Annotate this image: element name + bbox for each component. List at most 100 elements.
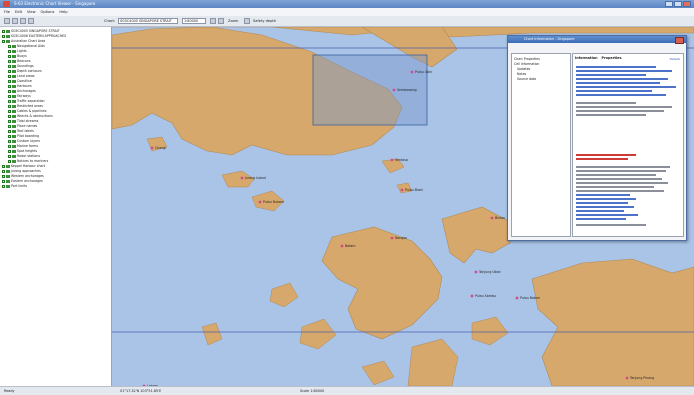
map-marker[interactable] xyxy=(390,236,394,240)
dialog-tree-item[interactable]: Notes xyxy=(517,72,526,76)
map-marker[interactable] xyxy=(340,244,344,248)
menu-edit[interactable]: Edit xyxy=(15,10,22,14)
layer-icon xyxy=(12,140,16,143)
layer-checkbox[interactable] xyxy=(8,155,11,158)
dialog-link[interactable] xyxy=(576,74,646,76)
layer-checkbox[interactable] xyxy=(8,145,11,148)
dialog-text-line xyxy=(576,190,664,192)
layer-checkbox[interactable] xyxy=(8,125,11,128)
dialog-link[interactable] xyxy=(576,86,676,88)
map-marker[interactable] xyxy=(400,188,404,192)
layer-checkbox[interactable] xyxy=(2,30,5,33)
map-marker[interactable] xyxy=(240,176,244,180)
layer-checkbox[interactable] xyxy=(8,105,11,108)
dialog-text-line xyxy=(576,224,646,226)
map-marker[interactable] xyxy=(474,270,478,274)
layer-checkbox[interactable] xyxy=(8,85,11,88)
dialog-link[interactable] xyxy=(576,206,634,208)
layer-checkbox[interactable] xyxy=(8,70,11,73)
scale-selector[interactable]: 1:80000 xyxy=(182,18,206,24)
zoom-in-icon[interactable] xyxy=(210,18,216,24)
layer-checkbox[interactable] xyxy=(2,185,5,188)
menu-bar: File Edit View Options Help xyxy=(0,8,694,16)
layer-checkbox[interactable] xyxy=(2,170,5,173)
print-icon[interactable] xyxy=(20,18,26,24)
dialog-link[interactable] xyxy=(576,94,666,96)
dialog-text-line xyxy=(576,106,672,108)
layer-checkbox[interactable] xyxy=(8,160,11,163)
layer-checkbox[interactable] xyxy=(8,120,11,123)
layer-checkbox[interactable] xyxy=(8,90,11,93)
layer-checkbox[interactable] xyxy=(8,130,11,133)
tab-information[interactable]: Information xyxy=(575,56,598,60)
dialog-link[interactable] xyxy=(576,194,630,196)
dialog-link[interactable] xyxy=(576,66,656,68)
map-marker[interactable] xyxy=(150,146,154,150)
dialog-tree-item[interactable]: Cell Information xyxy=(514,62,539,66)
layer-checkbox[interactable] xyxy=(8,55,11,58)
tree-item[interactable]: Port limits xyxy=(2,184,27,189)
dialog-tree-item[interactable]: Updates xyxy=(517,67,530,71)
map-marker[interactable] xyxy=(258,200,262,204)
title-bar: S-63 Electronic Chart Viewer - Singapore xyxy=(0,0,694,8)
dialog-link[interactable] xyxy=(576,218,626,220)
close-button[interactable] xyxy=(683,1,691,7)
dialog-link[interactable] xyxy=(576,70,672,72)
open-icon[interactable] xyxy=(4,18,10,24)
dialog-link[interactable] xyxy=(576,198,636,200)
minimize-button[interactable] xyxy=(665,1,673,7)
save-icon[interactable] xyxy=(12,18,18,24)
map-marker[interactable] xyxy=(625,376,629,380)
map-marker[interactable] xyxy=(470,294,474,298)
zoom-label: Zoom xyxy=(228,18,239,23)
layer-checkbox[interactable] xyxy=(2,180,5,183)
map-marker[interactable] xyxy=(490,216,494,220)
layer-checkbox[interactable] xyxy=(8,50,11,53)
tab-properties[interactable]: Properties xyxy=(602,56,622,60)
zoom-out-icon[interactable] xyxy=(218,18,224,24)
layer-checkbox[interactable] xyxy=(8,115,11,118)
map-marker[interactable] xyxy=(392,88,396,92)
layer-checkbox[interactable] xyxy=(8,100,11,103)
dialog-link[interactable] xyxy=(576,214,638,216)
map-marker[interactable] xyxy=(515,296,519,300)
settings-icon[interactable] xyxy=(244,18,250,24)
layer-checkbox[interactable] xyxy=(2,165,5,168)
dialog-link[interactable] xyxy=(576,82,660,84)
layer-icon xyxy=(12,95,16,98)
layer-checkbox[interactable] xyxy=(2,35,5,38)
layer-checkbox[interactable] xyxy=(8,60,11,63)
layer-checkbox[interactable] xyxy=(8,110,11,113)
map-marker[interactable] xyxy=(410,70,414,74)
layer-icon xyxy=(12,65,16,68)
dialog-tree-item[interactable]: Chart Properties xyxy=(514,57,540,61)
dialog-link[interactable] xyxy=(576,202,628,204)
layer-checkbox[interactable] xyxy=(8,95,11,98)
layer-checkbox[interactable] xyxy=(8,135,11,138)
map-place-label: Nongsa xyxy=(395,236,407,240)
menu-help[interactable]: Help xyxy=(59,10,67,14)
layer-checkbox[interactable] xyxy=(8,140,11,143)
dialog-tree-item[interactable]: Source data xyxy=(517,77,536,81)
dialog-link[interactable] xyxy=(576,90,652,92)
dialog-link[interactable] xyxy=(576,210,624,212)
layer-checkbox[interactable] xyxy=(8,45,11,48)
chart-selector[interactable]: SG5C4005 SINGAPORE STRAIT xyxy=(118,18,178,24)
menu-options[interactable]: Options xyxy=(41,10,55,14)
layer-checkbox[interactable] xyxy=(8,150,11,153)
dialog-close-button[interactable] xyxy=(675,37,684,44)
maximize-button[interactable] xyxy=(674,1,682,7)
layer-checkbox[interactable] xyxy=(8,80,11,83)
menu-view[interactable]: View xyxy=(27,10,36,14)
layer-checkbox[interactable] xyxy=(8,75,11,78)
dialog-link[interactable] xyxy=(576,78,668,80)
layer-checkbox[interactable] xyxy=(2,175,5,178)
map-marker[interactable] xyxy=(390,158,394,162)
layer-checkbox[interactable] xyxy=(8,65,11,68)
layer-icon xyxy=(12,70,16,73)
pan-icon[interactable] xyxy=(28,18,34,24)
details-link[interactable]: Details xyxy=(670,57,680,61)
layer-checkbox[interactable] xyxy=(2,40,5,43)
menu-file[interactable]: File xyxy=(4,10,10,14)
dialog-content: Information Properties Details xyxy=(572,53,684,237)
